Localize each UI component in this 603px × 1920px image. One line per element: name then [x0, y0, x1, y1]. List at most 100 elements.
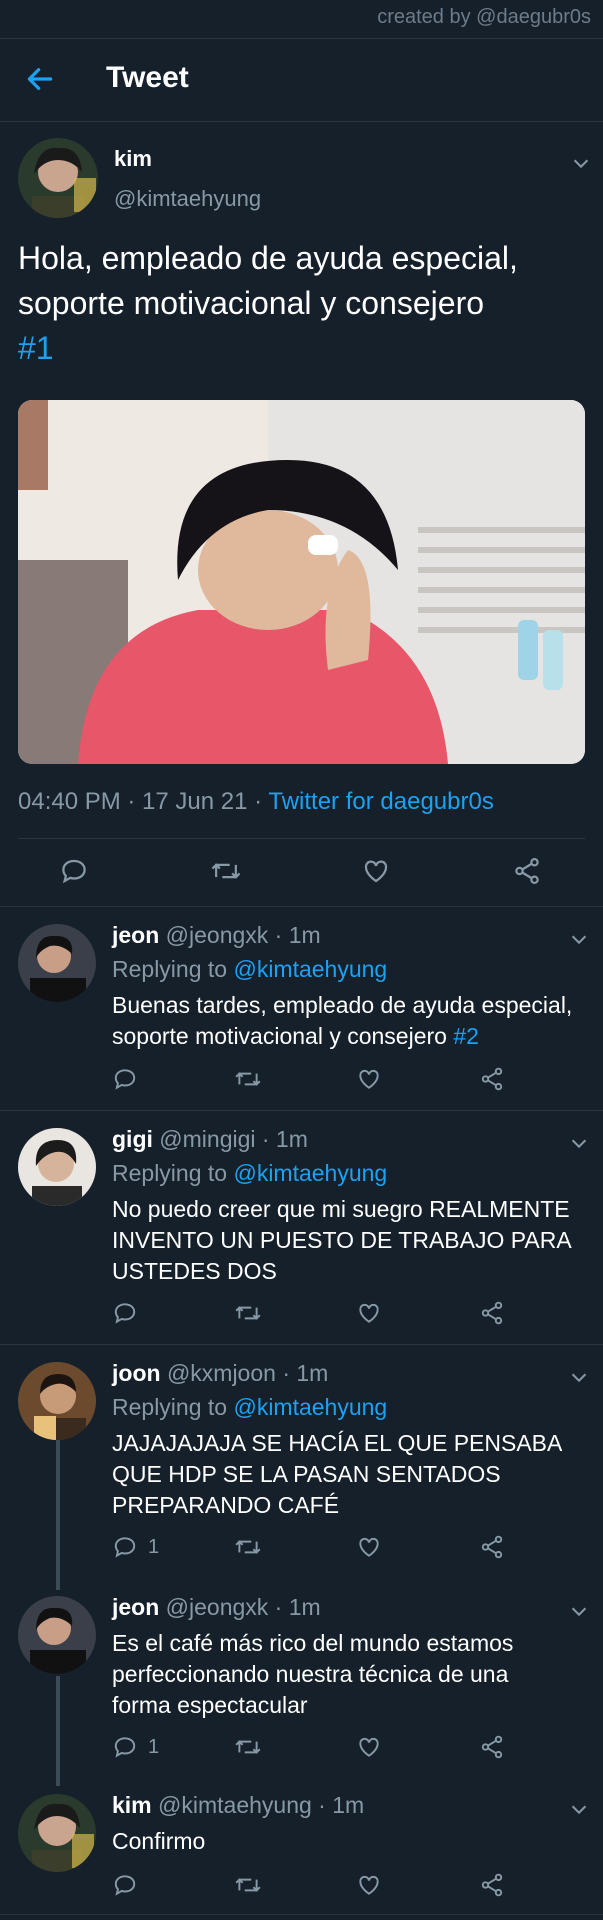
retweet-icon[interactable] — [210, 856, 242, 886]
like-icon[interactable] — [361, 856, 391, 886]
hashtag-link[interactable]: #1 — [18, 330, 54, 366]
mention-link[interactable]: @kimtaehyung — [233, 956, 387, 982]
reply-tweet[interactable]: gigi @mingigi · 1m Replying to @kimtaehy… — [0, 1110, 603, 1344]
like-icon[interactable] — [356, 1734, 382, 1760]
avatar[interactable] — [18, 1362, 96, 1440]
reply-icon[interactable] — [59, 856, 89, 886]
avatar[interactable] — [18, 1128, 96, 1206]
reply-text: JAJAJAJAJA SE HACÍA EL QUE PENSABA QUE H… — [112, 1428, 592, 1521]
reply-actions — [0, 1294, 603, 1334]
replying-label: Replying to — [112, 1394, 234, 1420]
reply-header: jeon @jeongxk · 1m — [112, 1594, 321, 1621]
reply-icon[interactable] — [112, 1734, 138, 1760]
author-name[interactable]: kim — [114, 146, 152, 172]
author-handle[interactable]: @kxmjoon · 1m — [167, 1360, 328, 1386]
reply-actions: 1 — [0, 1528, 603, 1568]
author-name[interactable]: jeon — [112, 922, 159, 948]
retweet-icon[interactable] — [234, 1066, 262, 1092]
author-handle[interactable]: @jeongxk · 1m — [166, 1594, 321, 1620]
chevron-down-icon[interactable] — [568, 1132, 590, 1154]
reply-actions — [0, 1060, 603, 1100]
author-handle[interactable]: @jeongxk · 1m — [166, 922, 321, 948]
share-icon[interactable] — [512, 856, 542, 886]
author-handle[interactable]: @kimtaehyung — [114, 186, 261, 212]
author-name[interactable]: joon — [112, 1360, 161, 1386]
chevron-down-icon[interactable] — [568, 928, 590, 950]
like-icon[interactable] — [356, 1872, 382, 1898]
avatar[interactable] — [18, 138, 98, 218]
reply-text-line: perfeccionando nuestra técnica de una — [112, 1661, 509, 1687]
author-name[interactable]: gigi — [112, 1126, 153, 1152]
chevron-down-icon[interactable] — [568, 1798, 590, 1820]
retweet-icon[interactable] — [234, 1734, 262, 1760]
replying-to: Replying to @kimtaehyung — [112, 956, 387, 983]
mention-link[interactable]: @kimtaehyung — [233, 1160, 387, 1186]
chevron-down-icon[interactable] — [568, 1600, 590, 1622]
retweet-icon[interactable] — [234, 1872, 262, 1898]
reply-icon[interactable] — [112, 1066, 138, 1092]
tweet-text: Hola, empleado de ayuda especial, soport… — [18, 236, 585, 371]
reply-actions: 1 — [0, 1728, 603, 1768]
reply-header: kim @kimtaehyung · 1m — [112, 1792, 364, 1819]
tweet-photo[interactable] — [18, 400, 585, 764]
page-title: Tweet — [106, 61, 189, 94]
divider — [18, 838, 585, 839]
author-handle[interactable]: @mingigi · 1m — [159, 1126, 308, 1152]
reply-text: Buenas tardes, empleado de ayuda especia… — [112, 990, 592, 1052]
reply-tweet[interactable]: jeon @jeongxk · 1m Replying to @kimtaehy… — [0, 906, 603, 1110]
retweet-icon[interactable] — [234, 1300, 262, 1326]
like-icon[interactable] — [356, 1534, 382, 1560]
reply-actions — [0, 1866, 603, 1906]
tweet-meta: 04:40 PM · 17 Jun 21 · Twitter for daegu… — [18, 788, 494, 816]
reply-text: Es el café más rico del mundo estamos pe… — [112, 1628, 592, 1721]
reply-header: jeon @jeongxk · 1m — [112, 922, 321, 949]
hashtag-link[interactable]: #2 — [453, 1023, 479, 1049]
main-tweet-actions — [0, 840, 603, 900]
avatar[interactable] — [18, 1596, 96, 1674]
tweet-time: 04:40 PM · 17 Jun 21 · — [18, 788, 269, 815]
reply-tweet[interactable]: kim @kimtaehyung · 1m Confirmo — [0, 1776, 603, 1920]
reply-text-line: forma espectacular — [112, 1692, 308, 1718]
avatar[interactable] — [18, 1794, 96, 1872]
top-bar: Tweet — [0, 38, 603, 122]
reply-icon[interactable] — [112, 1534, 138, 1560]
mention-link[interactable]: @kimtaehyung — [233, 1394, 387, 1420]
replying-to: Replying to @kimtaehyung — [112, 1394, 387, 1421]
share-icon[interactable] — [479, 1872, 505, 1898]
reply-icon[interactable] — [112, 1300, 138, 1326]
reply-text-line: soporte motivacional y consejero — [112, 1023, 454, 1049]
author-name[interactable]: jeon — [112, 1594, 159, 1620]
share-icon[interactable] — [479, 1534, 505, 1560]
reply-text-line: PREPARANDO CAFÉ — [112, 1492, 340, 1518]
reply-count: 1 — [148, 1536, 160, 1558]
reply-text-line: QUE HDP SE LA PASAN SENTADOS — [112, 1461, 501, 1487]
tweet-text-line: soporte motivacional y consejero — [18, 285, 485, 321]
chevron-down-icon[interactable] — [568, 1366, 590, 1388]
reply-icon[interactable] — [112, 1872, 138, 1898]
replying-to: Replying to @kimtaehyung — [112, 1160, 387, 1187]
reply-header: gigi @mingigi · 1m — [112, 1126, 308, 1153]
reply-tweet[interactable]: joon @kxmjoon · 1m Replying to @kimtaehy… — [0, 1344, 603, 1578]
reply-text: Confirmo — [112, 1826, 592, 1857]
reply-text-line: USTEDES DOS — [112, 1258, 277, 1284]
tweet-source-link[interactable]: Twitter for daegubr0s — [268, 788, 493, 815]
share-icon[interactable] — [479, 1734, 505, 1760]
replying-label: Replying to — [112, 956, 234, 982]
chevron-down-icon[interactable] — [570, 152, 592, 174]
like-icon[interactable] — [356, 1300, 382, 1326]
avatar[interactable] — [18, 924, 96, 1002]
share-icon[interactable] — [479, 1066, 505, 1092]
like-icon[interactable] — [356, 1066, 382, 1092]
reply-count: 1 — [148, 1736, 160, 1758]
reply-text: No puedo creer que mi suegro REALMENTE I… — [112, 1194, 592, 1287]
reply-tweet[interactable]: jeon @jeongxk · 1m Es el café más rico d… — [0, 1578, 603, 1776]
share-icon[interactable] — [479, 1300, 505, 1326]
back-arrow-icon[interactable] — [24, 63, 56, 95]
replying-label: Replying to — [112, 1160, 234, 1186]
reply-text-line: Buenas tardes, empleado de ayuda especia… — [112, 992, 573, 1018]
reply-text-line: Es el café más rico del mundo estamos — [112, 1630, 514, 1656]
author-handle[interactable]: @kimtaehyung · 1m — [158, 1792, 364, 1818]
retweet-icon[interactable] — [234, 1534, 262, 1560]
author-name[interactable]: kim — [112, 1792, 152, 1818]
reply-text-line: INVENTO UN PUESTO DE TRABAJO PARA — [112, 1227, 572, 1253]
